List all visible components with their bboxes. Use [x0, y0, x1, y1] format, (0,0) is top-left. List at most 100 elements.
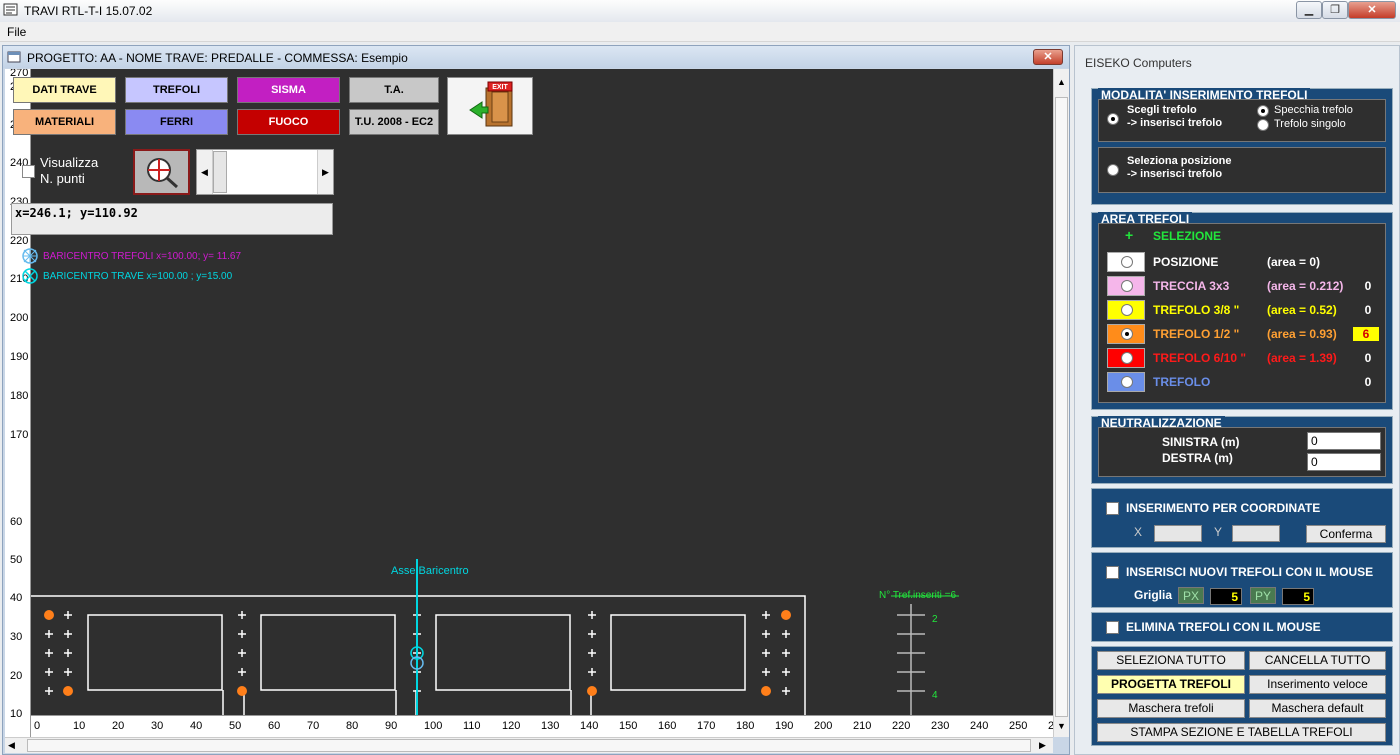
conferma-button[interactable]: Conferma [1306, 525, 1386, 543]
vertical-scrollbar[interactable]: ▲ ▼ [1053, 69, 1069, 737]
trefolo-radio[interactable] [1121, 328, 1133, 340]
strand-dot [63, 686, 73, 696]
beam-void [260, 614, 396, 691]
ferri-button[interactable]: FERRI [125, 109, 228, 135]
specchia-label: Specchia trefolo [1274, 104, 1353, 116]
scroll-left-arrow[interactable]: ◀ [197, 150, 213, 194]
px-input[interactable]: 5 [1210, 588, 1242, 605]
asse-baricentro-label: Asse Baricentro [391, 565, 469, 577]
visualizza-label: Visualizza N. punti [40, 155, 98, 187]
coord-x-input[interactable] [1154, 525, 1202, 542]
maschera-trefoli-button[interactable]: Maschera trefoli [1097, 699, 1245, 718]
x-tick-label: 210 [853, 720, 872, 732]
project-close-button[interactable]: ✕ [1033, 49, 1063, 65]
x-tick-label: 180 [736, 720, 755, 732]
trefolo-radio[interactable] [1121, 376, 1133, 388]
singolo-label: Trefolo singolo [1274, 118, 1346, 130]
trefoli-button[interactable]: TREFOLI [125, 77, 228, 103]
trefolo-radio[interactable] [1121, 304, 1133, 316]
y-tick-label: 50 [10, 554, 23, 566]
specchia-radio[interactable] [1257, 105, 1269, 117]
strand-dot [587, 686, 597, 696]
scroll-right-arrow[interactable]: ▶ [317, 150, 333, 194]
seleziona-posizione-radio[interactable] [1107, 164, 1119, 176]
scegli-trefolo-label: Scegli trefolo -> inserisci trefolo [1127, 104, 1222, 130]
x-tick-label: 130 [541, 720, 560, 732]
py-input[interactable]: 5 [1282, 588, 1314, 605]
horizontal-scrollbar[interactable]: ◀ ▶ [5, 737, 1053, 753]
maximize-button[interactable]: ❐ [1322, 1, 1348, 19]
exit-door-icon: EXIT [469, 81, 513, 127]
area-trefoli-group: AREA TREFOLI + SELEZIONE POSIZIONE (area … [1091, 212, 1393, 410]
scroll-up-arrow[interactable]: ▲ [1057, 77, 1066, 87]
materiali-button[interactable]: MATERIALI [13, 109, 116, 135]
zoom-target-icon [147, 158, 179, 189]
cancella-tutto-button[interactable]: CANCELLA TUTTO [1249, 651, 1386, 670]
dati-trave-button[interactable]: DATI TRAVE [13, 77, 116, 103]
seleziona-tutto-button[interactable]: SELEZIONA TUTTO [1097, 651, 1245, 670]
menu-file[interactable]: File [7, 25, 26, 39]
x-tick-label: 150 [619, 720, 638, 732]
close-button[interactable]: ✕ [1348, 1, 1396, 19]
singolo-radio[interactable] [1257, 119, 1269, 131]
x-tick-label: 100 [424, 720, 443, 732]
x-tick-label: 190 [775, 720, 794, 732]
mouse-delete-checkbox[interactable] [1106, 621, 1119, 634]
trefolo-radio[interactable] [1121, 256, 1133, 268]
sisma-button[interactable]: SISMA [237, 77, 340, 103]
trefolo-swatch[interactable] [1107, 324, 1145, 344]
exit-sign-text: EXIT [492, 84, 508, 91]
ta-button[interactable]: T.A. [349, 77, 439, 103]
x-tick-label: 170 [697, 720, 716, 732]
trefolo-radio[interactable] [1121, 280, 1133, 292]
seleziona-line2: -> inserisci trefolo [1127, 168, 1223, 180]
scroll-thumb[interactable] [213, 151, 227, 193]
exit-button[interactable]: EXIT [447, 77, 533, 135]
trefolo-radio[interactable] [1121, 352, 1133, 364]
trefolo-swatch[interactable] [1107, 276, 1145, 296]
stampa-button[interactable]: STAMPA SEZIONE E TABELLA TREFOLI [1097, 723, 1386, 742]
inserimento-veloce-button[interactable]: Inserimento veloce [1249, 675, 1386, 694]
hscroll-left-arrow[interactable]: ◀ [8, 740, 15, 751]
minimize-button[interactable]: ▁ [1296, 1, 1322, 19]
y-tick-label: 180 [10, 390, 29, 402]
fuoco-button[interactable]: FUOCO [237, 109, 340, 135]
sinistra-label: SINISTRA (m) [1162, 435, 1240, 449]
legend-trave-icon [21, 267, 39, 288]
trefolo-swatch[interactable] [1107, 372, 1145, 392]
drawing-canvas[interactable]: 2702602502402302202102001901801706050403… [5, 69, 1053, 737]
seleziona-posizione-label: Seleziona posizione -> inserisci trefolo [1127, 155, 1232, 181]
horizontal-scroll-thumb[interactable] [27, 739, 1031, 752]
trefolo-count: 0 [1364, 351, 1372, 365]
trefolo-swatch[interactable] [1107, 348, 1145, 368]
actions-group: SELEZIONA TUTTO CANCELLA TUTTO PROGETTA … [1091, 646, 1393, 746]
legend-baricentro-trefoli: BARICENTRO TREFOLI x=100.00; y= 11.67 [43, 251, 242, 262]
coord-y-input[interactable] [1232, 525, 1280, 542]
zoom-scrollbar[interactable]: ◀ ▶ [196, 149, 334, 195]
zoom-button[interactable] [133, 149, 190, 195]
destra-input[interactable]: 0 [1307, 453, 1381, 471]
trefolo-area: (area = 0.93) [1267, 327, 1337, 341]
scegli-trefolo-radio[interactable] [1107, 113, 1119, 125]
trefolo-swatch[interactable] [1107, 252, 1145, 272]
hscroll-right-arrow[interactable]: ▶ [1039, 740, 1046, 751]
x-tick-label: 160 [658, 720, 677, 732]
scegli-line1: Scegli trefolo [1127, 104, 1197, 116]
y-tick-label: 170 [10, 429, 29, 441]
sinistra-input[interactable]: 0 [1307, 432, 1381, 450]
visualizza-checkbox[interactable] [22, 165, 35, 178]
y-tick-label: 30 [10, 631, 23, 643]
trefoli-panel: EISEKO Computers MODALITA' INSERIMENTO T… [1074, 45, 1400, 755]
trefolo-swatch[interactable] [1107, 300, 1145, 320]
vertical-scroll-thumb[interactable] [1055, 97, 1068, 717]
scroll-down-arrow[interactable]: ▼ [1057, 721, 1066, 731]
tu2008-button[interactable]: T.U. 2008 - EC2 [349, 109, 439, 135]
beam-section-drawing [31, 559, 959, 715]
mouse-insert-checkbox[interactable] [1106, 566, 1119, 579]
company-label: EISEKO Computers [1085, 56, 1192, 70]
progetta-trefoli-button[interactable]: PROGETTA TREFOLI [1097, 675, 1245, 694]
legend-trefoli-icon [21, 247, 39, 268]
maschera-default-button[interactable]: Maschera default [1249, 699, 1386, 718]
window-icon [7, 50, 23, 64]
coordinate-checkbox[interactable] [1106, 502, 1119, 515]
